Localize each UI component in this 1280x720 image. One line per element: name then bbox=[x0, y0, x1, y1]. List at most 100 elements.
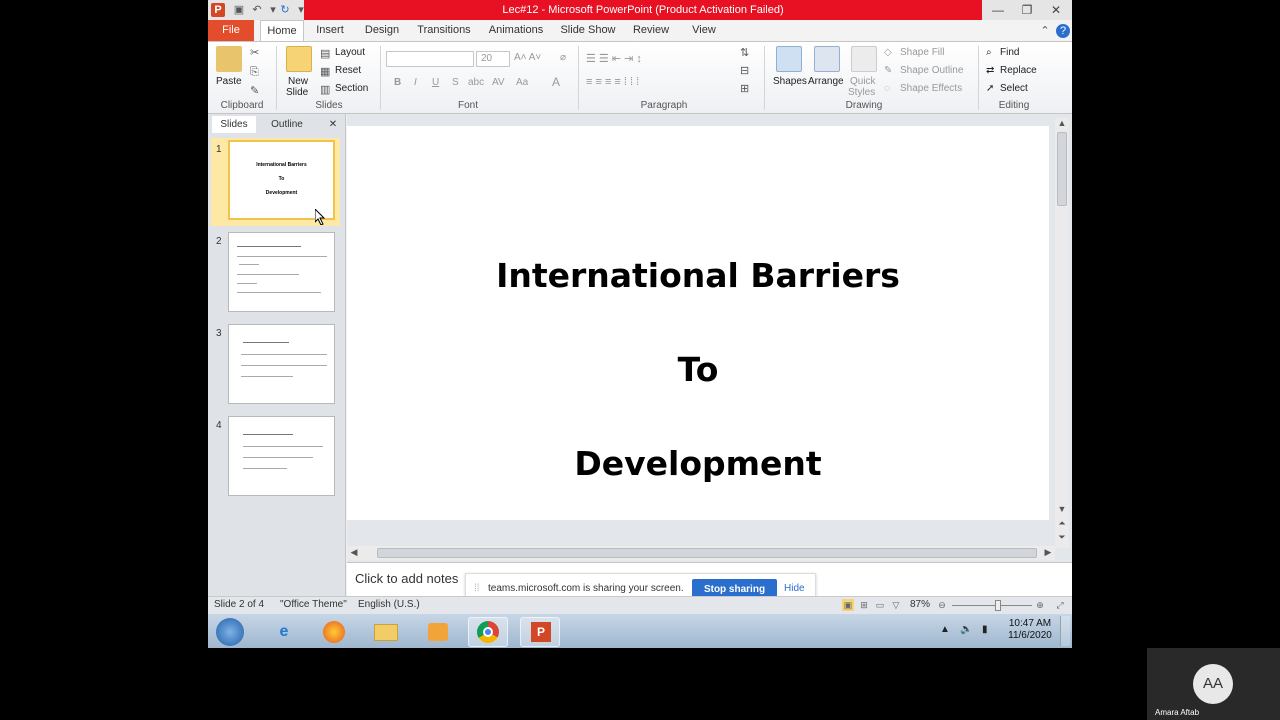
zoom-out-icon[interactable]: ⊖ bbox=[936, 599, 948, 611]
internet-explorer-icon[interactable]: e bbox=[264, 617, 304, 647]
paste-icon[interactable] bbox=[216, 46, 242, 72]
shape-outline-button[interactable]: Shape Outline bbox=[900, 65, 963, 76]
clear-format-icon[interactable]: ⌀ bbox=[560, 52, 566, 63]
slide-thumbnail-2[interactable] bbox=[228, 232, 335, 312]
network-icon[interactable]: ▮ bbox=[982, 624, 988, 635]
slide-sorter-icon[interactable]: ⊞ bbox=[858, 599, 870, 611]
undo-icon[interactable]: ↶ bbox=[250, 3, 264, 17]
shape-fill-button[interactable]: Shape Fill bbox=[900, 47, 944, 58]
slide-title-line[interactable]: Development bbox=[347, 444, 1049, 483]
tab-home[interactable]: Home bbox=[260, 20, 304, 41]
tab-insert[interactable]: Insert bbox=[310, 20, 350, 41]
arrange-icon[interactable] bbox=[814, 46, 840, 72]
minimize-icon[interactable]: — bbox=[984, 0, 1012, 20]
select-button[interactable]: Select bbox=[1000, 83, 1028, 94]
quick-styles-label-1[interactable]: Quick bbox=[850, 76, 876, 87]
close-panel-icon[interactable]: ✕ bbox=[326, 116, 340, 133]
layout-button[interactable]: Layout bbox=[335, 47, 365, 58]
replace-button[interactable]: Replace bbox=[1000, 65, 1037, 76]
align-text-icon[interactable]: ⊟ bbox=[740, 64, 749, 77]
file-explorer-icon[interactable] bbox=[366, 617, 406, 647]
spacing-icon[interactable]: AV bbox=[492, 77, 505, 88]
chrome-icon[interactable] bbox=[468, 617, 508, 647]
change-case-icon[interactable]: Aa bbox=[516, 77, 528, 88]
fit-to-window-icon[interactable]: ⤢ bbox=[1054, 599, 1066, 611]
grow-font-icon[interactable]: A˄ A˅ bbox=[514, 52, 541, 63]
cut-icon[interactable]: ✂ bbox=[250, 46, 259, 59]
font-color-icon[interactable]: A bbox=[552, 75, 560, 89]
font-size-combo[interactable]: 20 bbox=[476, 51, 510, 67]
slide-thumbnail-3[interactable] bbox=[228, 324, 335, 404]
zoom-slider[interactable] bbox=[952, 600, 1032, 611]
start-button[interactable] bbox=[210, 617, 250, 647]
scroll-right-icon[interactable]: ▶ bbox=[1041, 547, 1055, 558]
tab-animations[interactable]: Animations bbox=[486, 20, 546, 41]
drag-handle-icon[interactable]: ⁞⁞ bbox=[474, 583, 480, 594]
tab-view[interactable]: View bbox=[684, 20, 724, 41]
slide-canvas[interactable]: International Barriers To Development bbox=[347, 126, 1049, 520]
align-icons[interactable]: ≡ ≡ ≡ ≡ ⁞ ⁞ ⁞ bbox=[586, 76, 639, 88]
previous-slide-icon[interactable]: ⏶ bbox=[1055, 518, 1069, 529]
new-slide-icon[interactable] bbox=[286, 46, 312, 72]
tab-file[interactable]: File bbox=[208, 20, 254, 41]
text-direction-icon[interactable]: ⇅ bbox=[740, 46, 749, 59]
close-icon[interactable]: ✕ bbox=[1042, 0, 1070, 20]
reading-view-icon[interactable]: ▭ bbox=[874, 599, 886, 611]
next-slide-icon[interactable]: ⏷ bbox=[1055, 532, 1069, 543]
powerpoint-taskbar-icon[interactable]: P bbox=[520, 617, 560, 647]
italic-icon[interactable]: I bbox=[414, 77, 417, 88]
slide-thumbnail-4[interactable] bbox=[228, 416, 335, 496]
find-button[interactable]: Find bbox=[1000, 47, 1019, 58]
quick-styles-label-2[interactable]: Styles bbox=[848, 87, 875, 98]
new-slide-label-1[interactable]: New bbox=[288, 76, 308, 87]
firefox-icon[interactable] bbox=[314, 617, 354, 647]
zoom-in-icon[interactable]: ⊕ bbox=[1034, 599, 1046, 611]
tab-design[interactable]: Design bbox=[360, 20, 404, 41]
shape-effects-button[interactable]: Shape Effects bbox=[900, 83, 962, 94]
horizontal-scrollbar[interactable]: ◀ ▶ bbox=[347, 546, 1055, 560]
zoom-slider-thumb[interactable] bbox=[995, 600, 1002, 611]
reset-button[interactable]: Reset bbox=[335, 65, 361, 76]
vertical-scrollbar[interactable]: ▲ ▼ ⏶ ⏷ bbox=[1055, 118, 1069, 548]
scroll-up-icon[interactable]: ▲ bbox=[1055, 118, 1069, 128]
tab-review[interactable]: Review bbox=[628, 20, 674, 41]
theme-name[interactable]: "Office Theme" bbox=[280, 599, 347, 610]
scroll-thumb[interactable] bbox=[377, 548, 1037, 558]
hide-button[interactable]: Hide bbox=[784, 583, 805, 594]
help-icon[interactable]: ? bbox=[1056, 24, 1070, 38]
quick-styles-icon[interactable] bbox=[851, 46, 877, 72]
arrange-button[interactable]: Arrange bbox=[808, 76, 844, 87]
scroll-down-icon[interactable]: ▼ bbox=[1055, 504, 1069, 514]
slide-title-line[interactable]: International Barriers bbox=[347, 256, 1049, 295]
show-hidden-icons[interactable]: ▲ bbox=[940, 624, 950, 635]
save-icon[interactable]: ▣ bbox=[232, 3, 246, 17]
slideshow-view-icon[interactable]: ▽ bbox=[890, 599, 902, 611]
new-slide-label-2[interactable]: Slide bbox=[286, 87, 308, 98]
smartart-icon[interactable]: ⊞ bbox=[740, 82, 749, 95]
tab-outline[interactable]: Outline bbox=[262, 116, 312, 133]
redo-icon[interactable]: ↻ bbox=[278, 3, 292, 17]
show-desktop-button[interactable] bbox=[1060, 616, 1070, 646]
shadow-icon[interactable]: S bbox=[452, 77, 459, 88]
strikethrough-icon[interactable]: abc bbox=[468, 77, 484, 88]
section-button[interactable]: Section bbox=[335, 83, 368, 94]
shapes-button[interactable]: Shapes bbox=[773, 76, 807, 87]
volume-icon[interactable]: 🔈 bbox=[960, 624, 972, 635]
slide-thumbnail-1[interactable]: International Barriers To Development bbox=[228, 140, 335, 220]
tab-slide-show[interactable]: Slide Show bbox=[558, 20, 618, 41]
underline-icon[interactable]: U bbox=[432, 77, 439, 88]
restore-icon[interactable]: ❐ bbox=[1013, 0, 1041, 20]
scroll-thumb[interactable] bbox=[1057, 132, 1067, 206]
slide-title-line[interactable]: To bbox=[347, 350, 1049, 389]
tab-slides[interactable]: Slides bbox=[212, 116, 256, 133]
bold-icon[interactable]: B bbox=[394, 77, 401, 88]
copy-icon[interactable]: ⎘ bbox=[250, 66, 259, 79]
language-indicator[interactable]: English (U.S.) bbox=[358, 599, 420, 610]
zoom-level[interactable]: 87% bbox=[910, 599, 930, 610]
scroll-left-icon[interactable]: ◀ bbox=[347, 547, 361, 558]
paste-button[interactable]: Paste bbox=[216, 76, 242, 87]
shapes-icon[interactable] bbox=[776, 46, 802, 72]
taskbar-clock[interactable]: 10:47 AM 11/6/2020 bbox=[1004, 618, 1056, 642]
font-name-combo[interactable] bbox=[386, 51, 474, 67]
media-player-icon[interactable] bbox=[418, 617, 458, 647]
